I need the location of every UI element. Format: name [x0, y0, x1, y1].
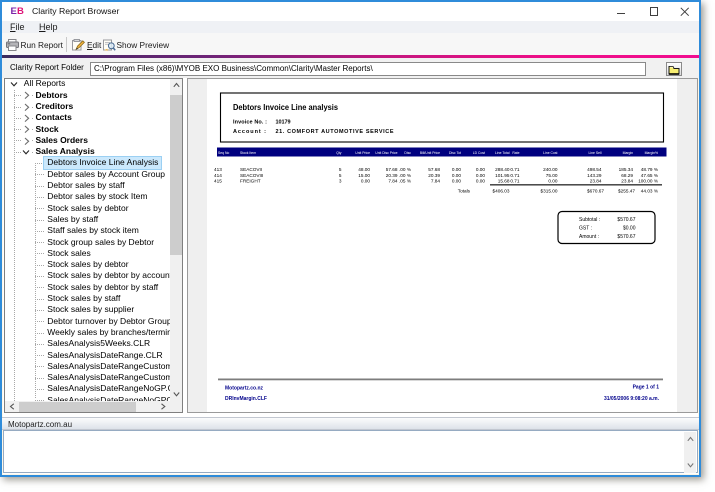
svg-text:Bill/Unit Price: Bill/Unit Price	[420, 151, 440, 155]
svg-text:LD Cost: LD Cost	[473, 151, 485, 155]
svg-text:68.29: 68.29	[621, 173, 633, 178]
svg-text:23.84: 23.84	[621, 179, 633, 184]
svg-text:Line Total: Line Total	[495, 151, 510, 155]
svg-text:DRInvMargin.CLF: DRInvMargin.CLF	[225, 396, 267, 402]
svg-text:21. COMFORT AUTOMOTIVE SERVICE: 21. COMFORT AUTOMOTIVE SERVICE	[276, 129, 394, 135]
svg-text:Unit Disc Price: Unit Disc Price	[375, 151, 397, 155]
svg-text:44.03 %: 44.03 %	[641, 189, 658, 194]
svg-text:0.71: 0.71	[510, 173, 520, 178]
svg-text:$315.00: $315.00	[541, 189, 558, 194]
svg-text:415: 415	[214, 179, 222, 184]
svg-text:48.79 %: 48.79 %	[641, 167, 658, 172]
svg-text:15.68: 15.68	[498, 179, 510, 184]
svg-text:Invoice No. :: Invoice No. :	[233, 120, 267, 126]
svg-text:Rate: Rate	[512, 151, 519, 155]
svg-text:Margin%: Margin%	[645, 151, 658, 155]
svg-text:$255.47: $255.47	[618, 189, 635, 194]
svg-text:414: 414	[214, 173, 222, 178]
svg-text:Subtotal :: Subtotal :	[579, 217, 600, 223]
svg-text:$570.67: $570.67	[617, 217, 635, 223]
svg-text:Stock Item: Stock Item	[240, 151, 256, 155]
svg-text:240.00: 240.00	[543, 167, 558, 172]
svg-text:0.00: 0.00	[476, 167, 486, 172]
svg-text:185.34: 185.34	[619, 167, 634, 172]
svg-text:48.00: 48.00	[358, 167, 370, 172]
svg-text:47.65 %: 47.65 %	[641, 173, 658, 178]
svg-text:5: 5	[339, 173, 342, 178]
svg-text:0.00: 0.00	[476, 179, 486, 184]
svg-text:75.00: 75.00	[546, 173, 558, 178]
svg-text:498.54: 498.54	[587, 167, 602, 172]
svg-text:20.39: 20.39	[386, 173, 398, 178]
svg-text:Account :: Account :	[233, 129, 266, 135]
svg-text:$406.03: $406.03	[493, 189, 510, 194]
svg-text:Line Sell: Line Sell	[588, 151, 601, 155]
svg-text:.00 %: .00 %	[399, 167, 411, 172]
svg-text:3: 3	[339, 179, 342, 184]
svg-text:100.00 %: 100.00 %	[638, 179, 658, 184]
svg-text:SEACOVII: SEACOVII	[240, 167, 262, 172]
svg-text:.00 %: .00 %	[399, 173, 411, 178]
svg-text:Seq No: Seq No	[218, 151, 229, 155]
svg-text:Line Cost: Line Cost	[543, 151, 557, 155]
svg-text:Page 1 of 1: Page 1 of 1	[633, 385, 660, 391]
svg-text:0.00: 0.00	[452, 179, 462, 184]
svg-text:288.40: 288.40	[495, 167, 510, 172]
svg-text:7.84: 7.84	[431, 179, 441, 184]
svg-text:15.00: 15.00	[358, 173, 370, 178]
svg-text:413: 413	[214, 167, 222, 172]
svg-text:0.71: 0.71	[510, 167, 520, 172]
svg-text:Totals: Totals	[458, 189, 471, 194]
svg-text:0.71: 0.71	[510, 179, 520, 184]
svg-text:Disc Tot: Disc Tot	[449, 151, 461, 155]
svg-text:23.84: 23.84	[590, 179, 602, 184]
svg-text:SEACOVIII: SEACOVIII	[240, 173, 263, 178]
svg-text:$670.67: $670.67	[587, 189, 604, 194]
svg-text:0.00: 0.00	[361, 179, 371, 184]
svg-text:143.29: 143.29	[587, 173, 602, 178]
svg-text:GST :: GST :	[579, 226, 592, 232]
svg-text:FREIGHT: FREIGHT	[240, 179, 261, 184]
svg-text:Margin: Margin	[623, 151, 633, 155]
svg-text:20.39: 20.39	[428, 173, 440, 178]
svg-text:Motopartz.co.nz: Motopartz.co.nz	[225, 386, 264, 392]
svg-text:0.00: 0.00	[452, 167, 462, 172]
svg-text:Amount :: Amount :	[579, 234, 599, 240]
svg-text:$0.00: $0.00	[623, 226, 636, 232]
svg-text:Qty: Qty	[336, 151, 342, 155]
svg-text:0.00: 0.00	[452, 173, 462, 178]
svg-text:0.00: 0.00	[548, 179, 558, 184]
svg-text:.05 %: .05 %	[399, 179, 411, 184]
svg-text:0.00: 0.00	[476, 173, 486, 178]
svg-text:Unit Price: Unit Price	[355, 151, 370, 155]
svg-text:31/05/2006 9:08:20 a.m.: 31/05/2006 9:08:20 a.m.	[604, 396, 660, 402]
svg-text:57.68: 57.68	[386, 167, 398, 172]
svg-text:10179: 10179	[276, 120, 291, 126]
svg-text:$570.67: $570.67	[617, 234, 635, 240]
svg-text:Disc: Disc	[404, 151, 411, 155]
svg-text:7.84: 7.84	[388, 179, 398, 184]
svg-text:101.95: 101.95	[495, 173, 510, 178]
svg-text:Debtors Invoice Line analysis: Debtors Invoice Line analysis	[233, 103, 339, 112]
svg-text:5: 5	[339, 167, 342, 172]
svg-text:57.68: 57.68	[428, 167, 440, 172]
